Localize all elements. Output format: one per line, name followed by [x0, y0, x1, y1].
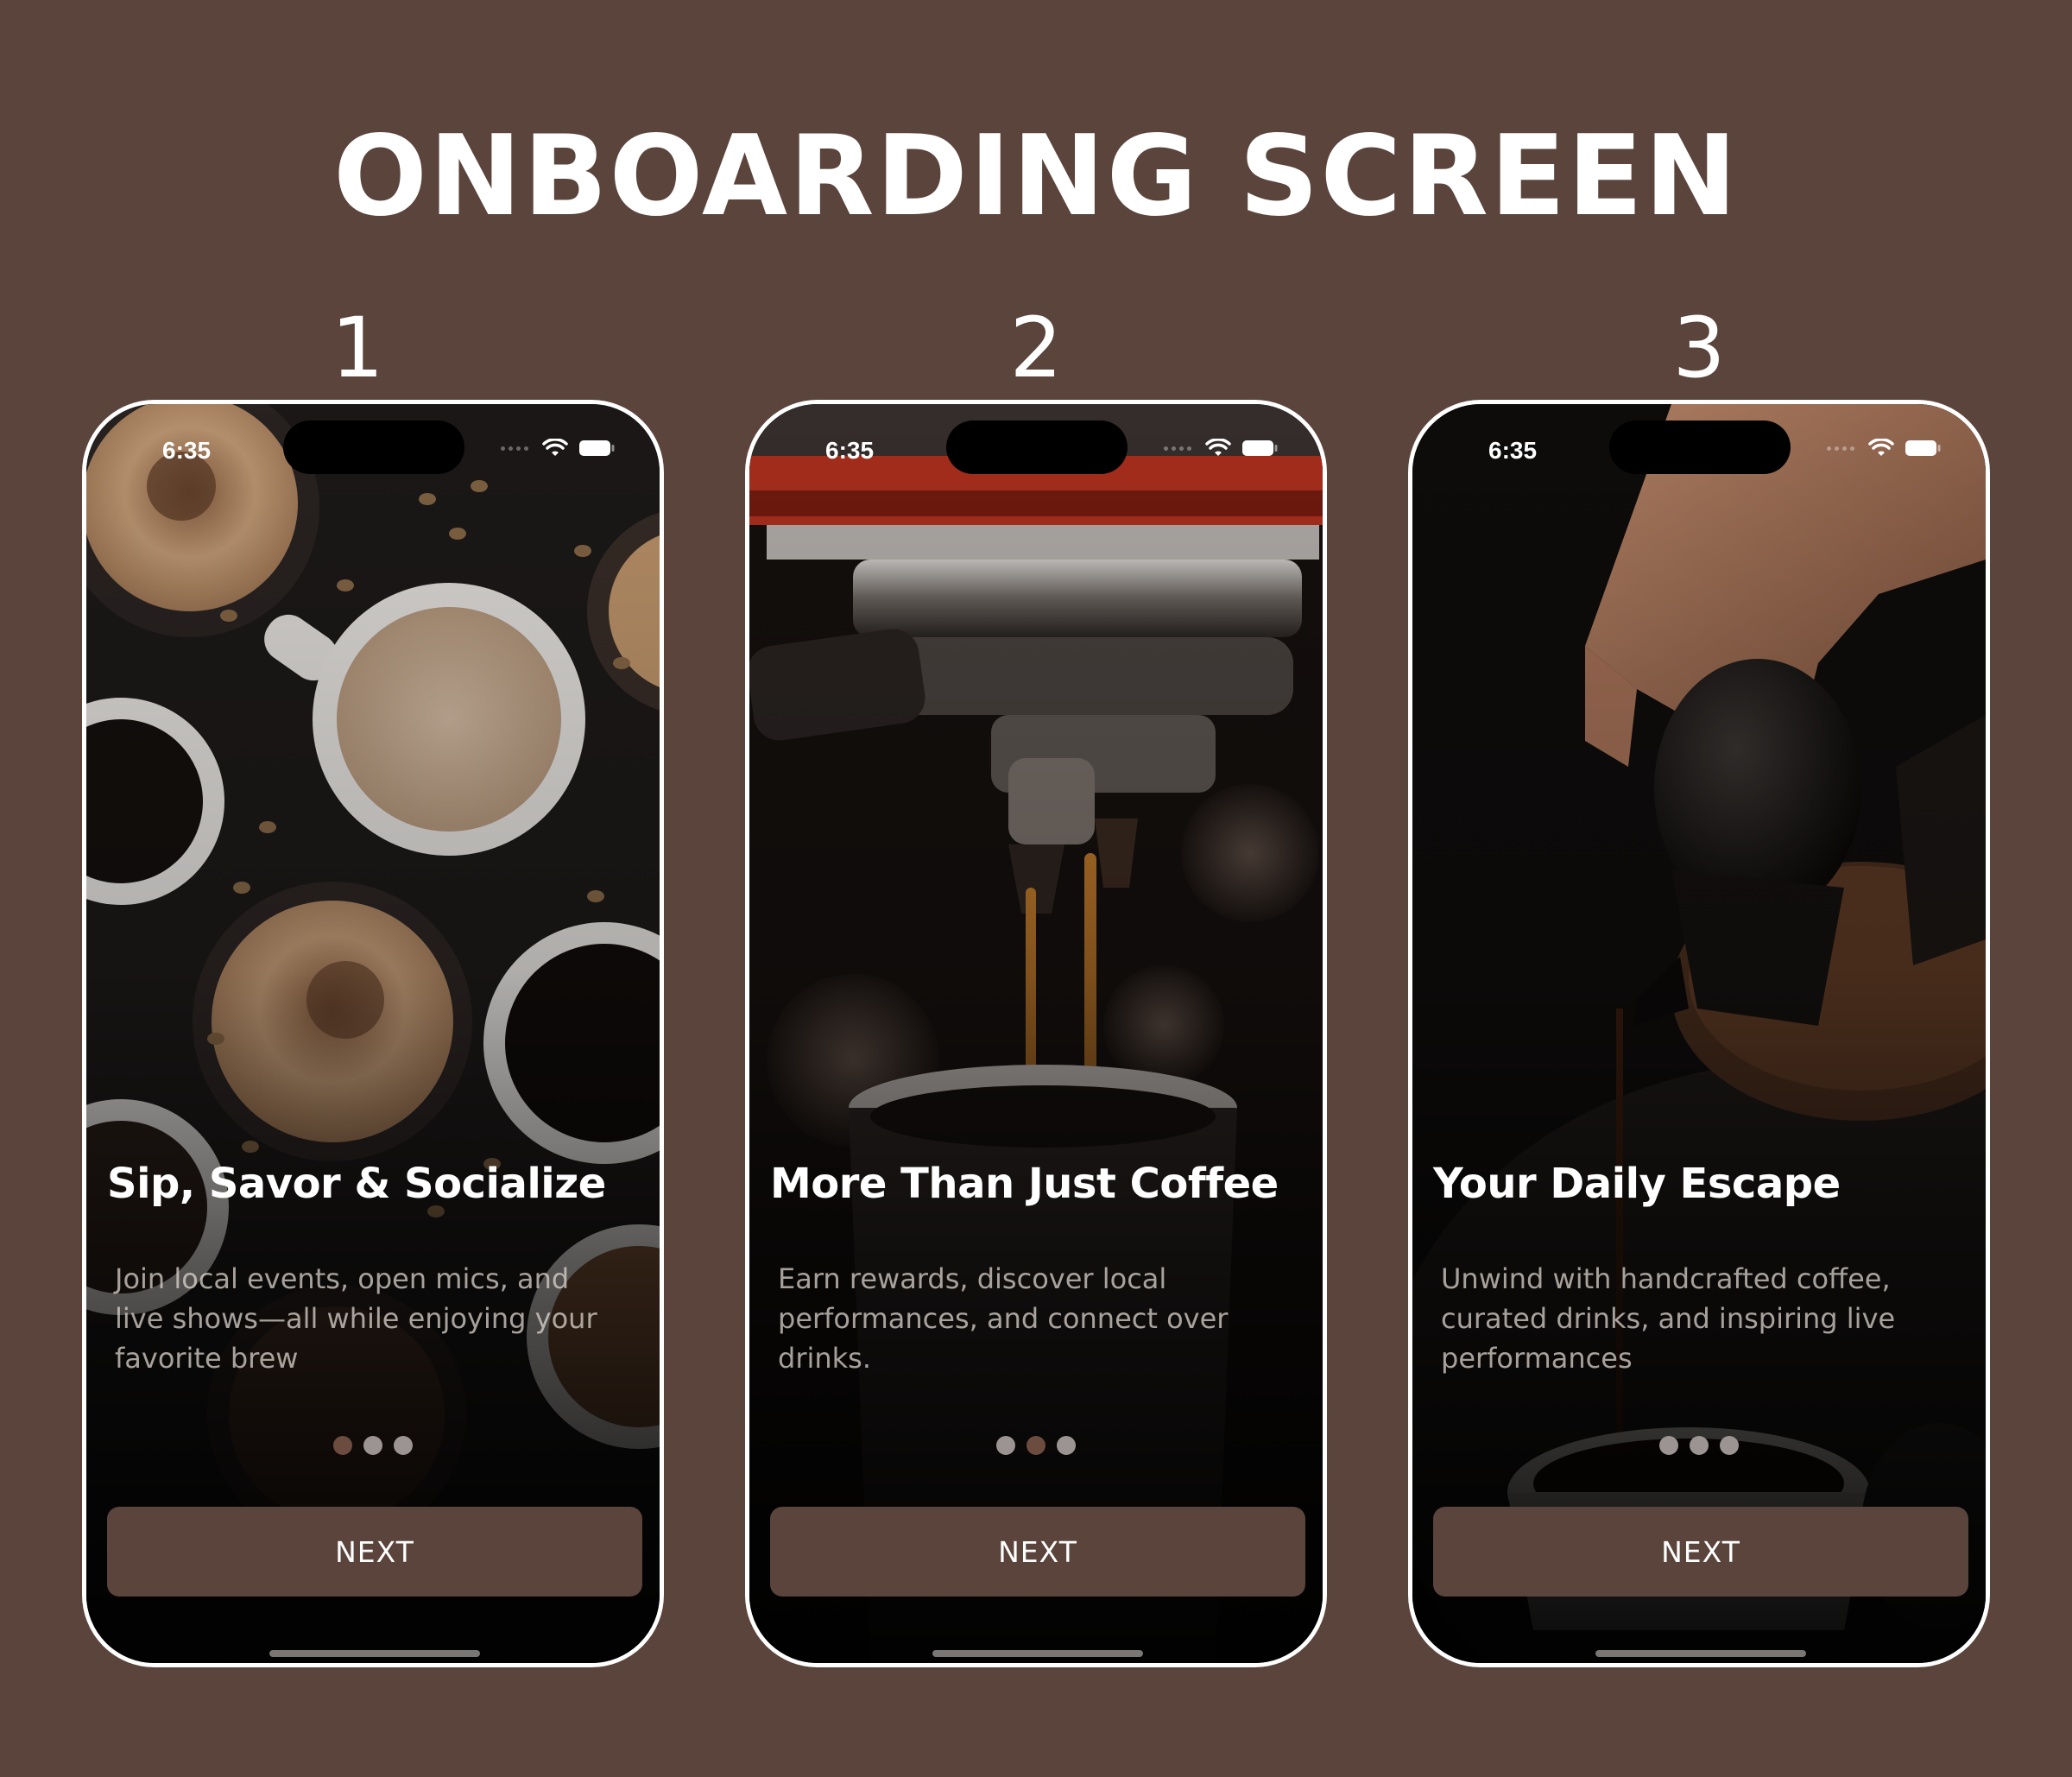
slide-description: Earn rewards, discover local performance…	[778, 1262, 1229, 1375]
slide-description: Unwind with handcrafted coffee, curated …	[1441, 1262, 1896, 1375]
wifi-icon	[542, 439, 568, 456]
battery-icon	[579, 440, 615, 456]
page-indicator	[86, 1436, 660, 1455]
phone-screen-3: 6:35 Your Daily Escape Unwind with handc…	[1408, 400, 1990, 1667]
status-icons	[1164, 439, 1278, 458]
page-dot-2[interactable]	[363, 1436, 382, 1455]
wifi-icon	[1868, 439, 1894, 456]
step-number-1: 1	[331, 300, 384, 396]
next-button[interactable]: NEXT	[107, 1507, 642, 1597]
wifi-icon	[1205, 439, 1231, 456]
home-indicator	[269, 1650, 480, 1657]
cellular-icon	[1827, 446, 1854, 451]
status-icons	[501, 439, 615, 458]
page-indicator	[749, 1436, 1323, 1455]
next-button[interactable]: NEXT	[770, 1507, 1305, 1597]
dynamic-island	[283, 421, 464, 474]
slide-description: Join local events, open mics, and live s…	[115, 1262, 597, 1375]
status-time: 6:35	[825, 437, 875, 464]
step-number-3: 3	[1672, 300, 1726, 396]
status-time: 6:35	[1488, 437, 1538, 464]
page-dot-1[interactable]	[333, 1436, 352, 1455]
cellular-icon	[1164, 446, 1191, 451]
image-overlay	[86, 404, 660, 1663]
status-icons	[1827, 439, 1941, 458]
phone-screen-2: 6:35 More Than Just Coffee Earn rewards,…	[745, 400, 1327, 1667]
phone-screen-1: 6:35 Sip, Savor & Socialize Join local e…	[82, 400, 664, 1667]
page-dot-1[interactable]	[996, 1436, 1015, 1455]
page-dot-3[interactable]	[1720, 1436, 1739, 1455]
slide-title: Your Daily Escape	[1433, 1160, 1841, 1208]
page-dot-3[interactable]	[1057, 1436, 1076, 1455]
battery-icon	[1905, 440, 1941, 456]
page-dot-2[interactable]	[1690, 1436, 1709, 1455]
status-time: 6:35	[162, 437, 212, 464]
slide-title: Sip, Savor & Socialize	[107, 1160, 606, 1208]
page-title: ONBOARDING SCREEN	[333, 112, 1739, 241]
home-indicator	[1595, 1650, 1806, 1657]
battery-icon	[1242, 440, 1278, 456]
image-overlay	[1412, 404, 1986, 1663]
page-dot-3[interactable]	[394, 1436, 413, 1455]
dynamic-island	[1609, 421, 1791, 474]
page-dot-1[interactable]	[1659, 1436, 1678, 1455]
page-dot-2[interactable]	[1027, 1436, 1045, 1455]
next-button[interactable]: NEXT	[1433, 1507, 1968, 1597]
cellular-icon	[501, 446, 528, 451]
image-overlay	[749, 404, 1323, 1663]
slide-title: More Than Just Coffee	[770, 1160, 1279, 1208]
home-indicator	[932, 1650, 1143, 1657]
dynamic-island	[946, 421, 1128, 474]
page-indicator	[1412, 1436, 1986, 1455]
step-number-2: 2	[1009, 300, 1063, 396]
